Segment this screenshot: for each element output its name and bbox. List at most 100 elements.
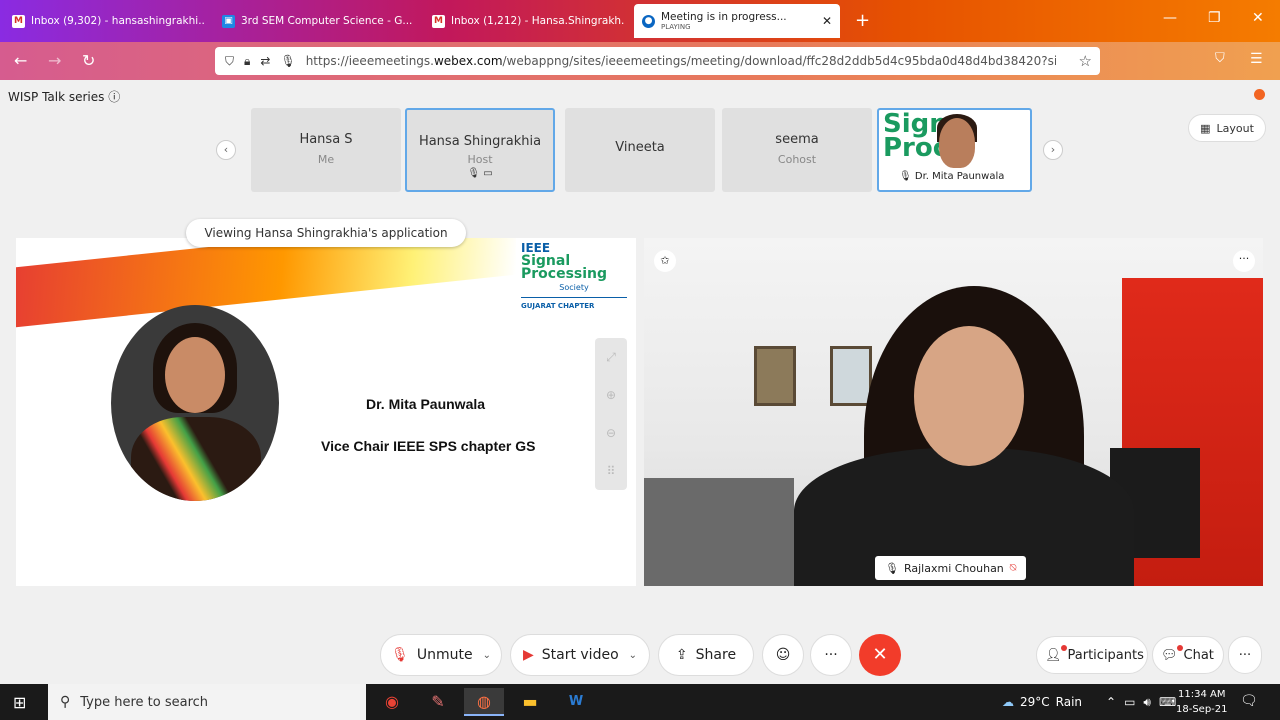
paint-icon[interactable]: ✎ [418, 688, 458, 716]
browser-nav-bar: ← → ↻ ⛉ 🔒︎ ⇄ 🎙︎ https://ieeemeetings.web… [0, 42, 1280, 80]
lock-icon: 🔒︎ [244, 53, 251, 68]
reload-icon[interactable]: ↻ [82, 51, 95, 70]
slide-speaker-name: Dr. Mita Paunwala [366, 396, 486, 412]
zoom-in-icon[interactable]: ⊕ [595, 376, 627, 414]
zoom-out-icon[interactable]: ⊖ [595, 414, 627, 452]
participant-tile[interactable]: Vineeta [565, 108, 715, 192]
gmail-icon: M [12, 14, 25, 28]
more-options-icon: ··· [824, 647, 838, 663]
firefox-icon[interactable]: ◍ [464, 688, 504, 716]
weather-temp: 29°C [1020, 695, 1050, 709]
slide-decorative-stripe [16, 238, 516, 330]
share-button[interactable]: ⇪ Share [658, 634, 754, 676]
portrait-face [165, 337, 225, 413]
windows-start-icon[interactable]: ⊞ [13, 693, 26, 712]
reactions-button[interactable]: ☺ [762, 634, 804, 676]
weather-desc: Rain [1055, 695, 1083, 709]
system-tray: ⌃ ▭ 🔊︎ ⌨ [1106, 684, 1176, 720]
active-speaker-video[interactable]: ✩ ··· 🎙︎ Rajlaxmi Chouhan ⍉ [644, 238, 1263, 586]
more-options-icon[interactable]: ··· [1233, 250, 1255, 272]
tab-gmail-2[interactable]: M Inbox (1,212) - Hansa.Shingrakh... ✕ [424, 6, 624, 36]
new-tab-plus-icon[interactable]: + [855, 10, 870, 31]
close-icon[interactable]: ✕ [412, 14, 414, 28]
windows-taskbar: ⊞ ⚲ Type here to search ◉ ✎ ◍ ▬ W ☁ 29°C… [0, 684, 1280, 720]
taskbar-clock[interactable]: 11:34 AM 18-Sep-21 [1176, 687, 1228, 717]
participants-button[interactable]: 👤︎ Participants [1036, 636, 1148, 674]
participant-tile[interactable]: seema Cohost [722, 108, 872, 192]
address-bar[interactable]: ⛉ 🔒︎ ⇄ 🎙︎ https://ieeemeetings.webex.com… [215, 47, 1100, 75]
taskbar-search-box[interactable]: ⚲ Type here to search [48, 684, 366, 720]
layout-label: Layout [1216, 121, 1254, 135]
strip-next-arrow-icon[interactable]: › [1043, 140, 1063, 160]
tab-classroom[interactable]: ▣ 3rd SEM Computer Science - G... ✕ [214, 6, 414, 36]
participants-notification-dot [1061, 645, 1067, 651]
mic-muted-icon: 🎙︎ [391, 647, 409, 663]
pin-icon[interactable]: ✩ [654, 250, 676, 272]
participant-name: seema [775, 132, 819, 147]
pocket-icon[interactable]: ⛉ [1215, 51, 1225, 66]
strip-prev-arrow-icon[interactable]: ‹ [216, 140, 236, 160]
tab-playing-label: PLAYING [661, 23, 691, 31]
participant-tile-active[interactable]: Hansa Shingrakhia Host 🎙︎ ▭ [405, 108, 555, 192]
word-icon[interactable]: W [556, 688, 596, 716]
url-domain: webex.com [433, 54, 503, 68]
unmute-button[interactable]: 🎙︎ Unmute ⌄ [380, 634, 502, 676]
more-options-button[interactable]: ··· [810, 634, 852, 676]
mic-icon: 🎙︎ [899, 171, 915, 182]
input-language-icon[interactable]: ⌨ [1159, 695, 1176, 709]
drag-handle-icon[interactable]: ⠿ [595, 452, 627, 490]
forward-arrow-icon[interactable]: → [48, 51, 61, 70]
shared-content-panel[interactable]: IEEE Signal Processing Society GUJARAT C… [16, 238, 636, 586]
participant-video-label: 🎙︎ Dr. Mita Paunwala [893, 169, 1011, 184]
file-explorer-icon[interactable]: ▬ [510, 688, 550, 716]
notification-dot[interactable] [1254, 89, 1265, 100]
participant-video-tile[interactable]: Sign Proc 🎙︎ Dr. Mita Paunwala [877, 108, 1032, 192]
tab-label: Inbox (9,302) - hansashingrakhi... [31, 15, 204, 27]
participant-tile[interactable]: Hansa S Me [251, 108, 401, 192]
search-icon: ⚲ [60, 694, 71, 710]
info-icon[interactable]: ⓘ [108, 90, 120, 104]
start-video-button[interactable]: ▶︎ Start video ⌄ [510, 634, 650, 676]
leave-meeting-button[interactable]: ✕ [859, 634, 901, 676]
back-arrow-icon[interactable]: ← [14, 51, 27, 70]
emoji-icon: ☺ [775, 647, 791, 663]
chevron-down-icon[interactable]: ⌄ [629, 650, 637, 661]
network-icon[interactable]: ▭ [1124, 695, 1135, 709]
video-sofa [644, 478, 794, 586]
meeting-title-text: WISP Talk series [8, 90, 105, 104]
tab-gmail-1[interactable]: M Inbox (9,302) - hansashingrakhi... ✕ [4, 6, 204, 36]
tab-webex-meeting[interactable]: ● Meeting is in progress... PLAYING ✕ [634, 4, 840, 38]
layout-button[interactable]: ▦ Layout [1188, 114, 1266, 142]
notifications-icon[interactable]: 🗨︎ [1240, 693, 1258, 709]
speaker-portrait [111, 305, 279, 501]
logo-line: GUJARAT CHAPTER [521, 297, 627, 313]
close-icon[interactable]: ✕ [816, 14, 832, 28]
restore-icon[interactable]: ❐ [1208, 10, 1221, 26]
chat-button[interactable]: 💬︎ Chat [1152, 636, 1224, 674]
tab-label: 3rd SEM Computer Science - G... [241, 15, 413, 27]
participant-name: Vineeta [615, 140, 665, 155]
tab-label: Meeting is in progress... [661, 11, 787, 23]
participant-name: Hansa S [299, 132, 353, 147]
webex-icon: ● [642, 14, 655, 28]
chevron-down-icon[interactable]: ⌄ [483, 650, 491, 661]
menu-icon[interactable]: ☰ [1250, 51, 1263, 67]
video-wall-frame [830, 346, 872, 406]
chrome-icon[interactable]: ◉ [372, 688, 412, 716]
close-window-icon[interactable]: ✕ [1252, 10, 1264, 26]
meeting-title[interactable]: WISP Talk series ⓘ [8, 88, 120, 105]
portrait-clothing [131, 417, 261, 501]
chat-notification-dot [1177, 645, 1183, 651]
chat-label: Chat [1183, 647, 1214, 663]
weather-widget[interactable]: ☁ 29°C Rain [1002, 684, 1082, 720]
panel-more-button[interactable]: ··· [1228, 636, 1262, 674]
minimize-icon[interactable]: — [1163, 10, 1177, 26]
url-rest: /webappng/sites/ieeemeetings/meeting/dow… [502, 54, 1056, 68]
tab-label: Inbox (1,212) - Hansa.Shingrakh... [451, 15, 624, 27]
viewing-application-banner: Viewing Hansa Shingrakhia's application [186, 219, 466, 247]
volume-icon[interactable]: 🔊︎ [1143, 695, 1151, 710]
bookmark-star-icon[interactable]: ☆ [1079, 52, 1092, 70]
fullscreen-icon[interactable]: ⤢ [595, 338, 627, 376]
chevron-up-icon[interactable]: ⌃ [1106, 695, 1116, 709]
url-prefix: https://ieeemeetings. [305, 54, 434, 68]
